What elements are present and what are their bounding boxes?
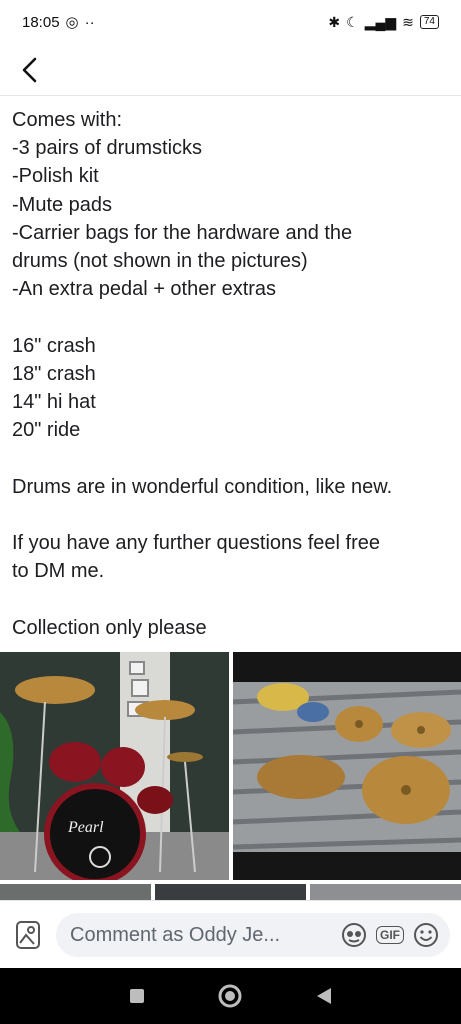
comment-actions: GIF <box>340 921 440 949</box>
photo-drum-kit[interactable]: Pearl <box>0 652 229 880</box>
back-arrow-icon <box>22 57 37 83</box>
comment-input[interactable]: Comment as Oddy Je... GIF <box>56 913 450 957</box>
emoji-button[interactable] <box>412 921 440 949</box>
avatar-sticker-icon <box>342 923 366 947</box>
status-right: ✱ ☾ ▂▄▆ ≋ 74 <box>328 14 439 31</box>
photo-strip <box>0 884 461 900</box>
post-line: -3 pairs of drumsticks <box>12 137 203 160</box>
comment-placeholder: Comment as Oddy Je... <box>70 923 281 946</box>
post-description: Comes with: -3 pairs of drumsticks -Poli… <box>12 106 452 642</box>
home-button[interactable] <box>214 980 246 1012</box>
photo-cymbals[interactable] <box>233 652 461 880</box>
more-notifications-icon: ·· <box>84 13 95 31</box>
post-line: 20" ride <box>12 419 81 442</box>
bluetooth-icon: ✱ <box>328 13 341 30</box>
post-line <box>12 585 452 613</box>
post-line: 16" crash <box>12 334 96 357</box>
comment-bar: Comment as Oddy Je... GIF <box>0 900 461 968</box>
post-line <box>12 444 452 472</box>
post-line: 18" crash <box>12 362 96 385</box>
circle-icon <box>218 984 242 1008</box>
recents-button[interactable] <box>121 980 153 1012</box>
photo-thumb[interactable] <box>310 884 461 900</box>
battery-icon: 74 <box>419 15 439 29</box>
photo-icon <box>16 921 40 949</box>
status-time: 18:05 <box>22 13 60 31</box>
moon-icon: ☾ <box>346 13 359 30</box>
notification-icon: ◎ <box>65 14 79 31</box>
gif-icon: GIF <box>376 926 404 944</box>
post-line: drums (not shown in the pictures) <box>12 250 308 273</box>
post-line: -Polish kit <box>12 165 99 188</box>
back-button[interactable] <box>14 54 46 86</box>
photo-thumb[interactable] <box>155 884 306 900</box>
photo-thumb[interactable] <box>0 884 151 900</box>
cymbals-illustration <box>233 652 461 880</box>
drum-brand-label: Pearl <box>67 819 104 836</box>
post-line: 14" hi hat <box>12 391 96 414</box>
post-line <box>12 501 452 529</box>
system-back-button[interactable] <box>308 980 340 1012</box>
post-line: Collection only please <box>12 616 207 639</box>
status-left: 18:05 ◎ ·· <box>22 13 95 32</box>
top-nav <box>0 44 461 96</box>
triangle-icon <box>317 988 332 1004</box>
post-line: If you have any further questions feel f… <box>12 532 380 554</box>
gif-button[interactable]: GIF <box>376 921 404 949</box>
status-bar: 18:05 ◎ ·· ✱ ☾ ▂▄▆ ≋ 74 <box>0 0 461 44</box>
avatar-sticker-button[interactable] <box>340 921 368 949</box>
post-line <box>12 303 452 331</box>
post-line: -Carrier bags for the hardware and the <box>12 221 353 244</box>
post-line: -An extra pedal + other extras <box>12 278 277 301</box>
emoji-icon <box>414 923 438 947</box>
post-line: Comes with: <box>12 109 123 131</box>
signal-icon: ▂▄▆ <box>364 13 397 30</box>
drum-kit-illustration: Pearl <box>0 652 229 880</box>
square-icon <box>129 989 144 1003</box>
post-line: Drums are in wonderful condition, like n… <box>12 475 393 498</box>
post-line: -Mute pads <box>12 193 113 216</box>
add-photo-button[interactable] <box>14 919 42 951</box>
system-nav-bar <box>0 968 461 1024</box>
post-line: to DM me. <box>12 560 105 583</box>
wifi-icon: ≋ <box>402 13 414 30</box>
